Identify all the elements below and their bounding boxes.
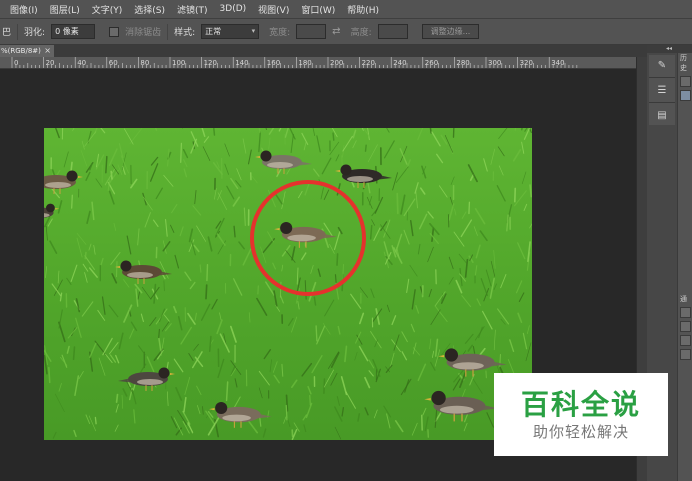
divider (649, 102, 675, 103)
document-tab-title: %(RGB/8#) (1, 47, 41, 55)
feather-label: 羽化: (24, 28, 46, 38)
menu-window[interactable]: 窗口(W) (295, 3, 341, 16)
menu-view[interactable]: 视图(V) (252, 3, 295, 16)
channels-tab-label[interactable]: 通 (678, 294, 692, 304)
properties-panel-icon[interactable]: ▤ (649, 105, 675, 125)
style-select-value: 正常 (205, 27, 222, 36)
divider (17, 23, 19, 40)
menu-layer[interactable]: 图层(L) (44, 3, 86, 16)
ruler-label: 60 (109, 59, 118, 67)
menu-image[interactable]: 图像(I) (0, 3, 44, 16)
search-icon[interactable] (680, 307, 691, 318)
divider (649, 77, 675, 78)
width-label: 宽度: (269, 28, 291, 38)
document-tab-strip: %(RGB/8#) × (0, 45, 647, 57)
feather-input[interactable]: 0 像素 (51, 24, 96, 39)
ruler-label: 80 (140, 59, 149, 67)
collapse-panels-icon[interactable]: ◂◂ (647, 45, 692, 53)
document-image[interactable] (44, 128, 532, 440)
eye-icon[interactable] (680, 349, 691, 360)
ruler-label: 40 (77, 59, 86, 67)
menu-bar: 图像(I) 图层(L) 文字(Y) 选择(S) 滤镜(T) 3D(D) 视图(V… (0, 0, 692, 18)
refine-edge-button[interactable]: 调整边缘... (421, 24, 480, 39)
height-input[interactable] (377, 24, 408, 39)
watermark-subtitle: 助你轻松解决 (532, 422, 629, 441)
panel-tab-label[interactable]: 历史 (678, 53, 692, 73)
adjustments-panel-icon[interactable]: ☰ (649, 80, 675, 100)
menu-3d[interactable]: 3D(D) (214, 4, 253, 14)
menu-select[interactable]: 选择(S) (128, 3, 171, 16)
style-select[interactable]: 正常 ▾ (201, 24, 260, 39)
options-bar: 巴 羽化: 0 像素 消除锯齿 样式: 正常 ▾ 宽度: ⇄ 高度: 调整边缘.… (0, 18, 692, 45)
menu-filter[interactable]: 滤镜(T) (171, 3, 214, 16)
height-label: 高度: (350, 28, 372, 38)
style-label: 样式: (174, 28, 196, 38)
swap-icon[interactable]: ⇄ (332, 26, 340, 37)
history-panel-icon[interactable]: ✎ (649, 55, 675, 75)
side-panel-column: 历史 通 (677, 53, 692, 481)
chevron-down-icon: ▾ (251, 27, 256, 35)
antialias-checkbox[interactable] (109, 26, 120, 37)
width-input[interactable] (296, 24, 327, 39)
ruler-label: 20 (46, 59, 55, 67)
grass-photo (44, 128, 532, 440)
menu-type[interactable]: 文字(Y) (86, 3, 129, 16)
document-tab[interactable]: %(RGB/8#) × (0, 45, 54, 57)
panel-icon-strip: ✎ ☰ ▤ (649, 55, 675, 125)
watermark-title: 百科全说 (520, 387, 641, 421)
lock-icon[interactable] (680, 335, 691, 346)
menu-help[interactable]: 帮助(H) (341, 3, 385, 16)
layers-icon[interactable] (680, 90, 691, 101)
blend-mode-icon[interactable] (680, 321, 691, 332)
watermark-logo: 百科全说 助你轻松解决 (494, 373, 668, 456)
horizontal-ruler: 0 20 40 60 80 100 120 140 160 180 200 220 240 260 280 3… (0, 57, 636, 69)
antialias-label: 消除锯齿 (125, 28, 162, 38)
divider (167, 23, 169, 40)
close-icon[interactable]: × (44, 45, 51, 57)
ruler-ticks: 0 20 40 60 80 100 120 140 160 180 200 220 240 260 280 3… (11, 57, 578, 68)
selection-mode-icon[interactable]: 巴 (2, 25, 11, 38)
brush-icon[interactable] (680, 76, 691, 87)
